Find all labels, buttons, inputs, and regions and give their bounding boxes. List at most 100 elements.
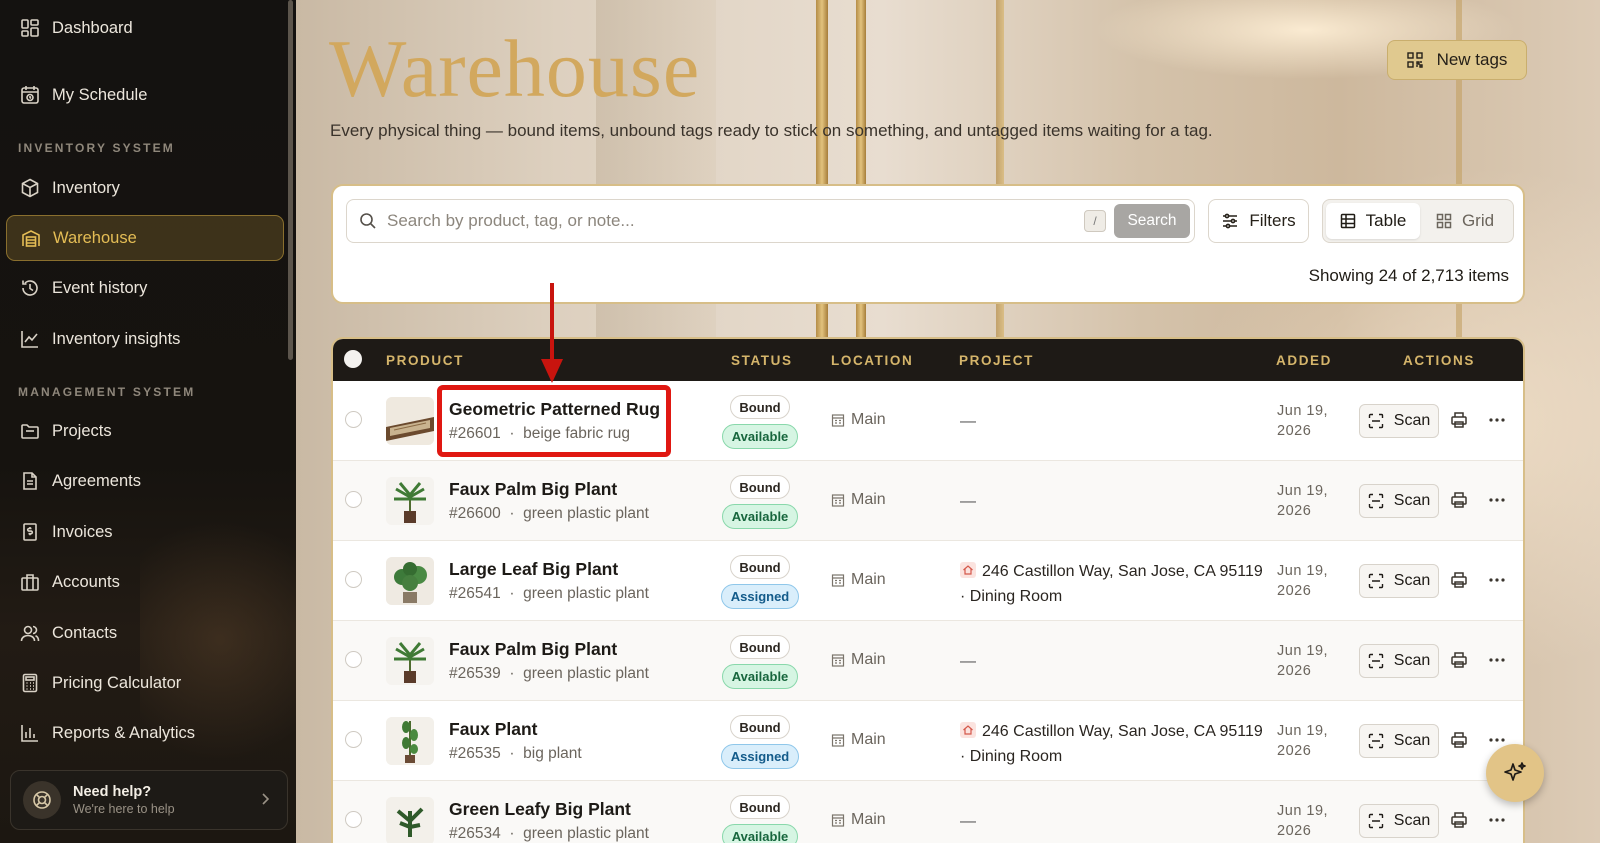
column-product[interactable]: PRODUCT: [386, 353, 464, 368]
table-row[interactable]: Faux Palm Big Plant #26600 · green plasti…: [333, 461, 1523, 541]
tag-badge: Bound: [730, 715, 790, 739]
print-icon[interactable]: [1450, 491, 1468, 509]
product-name[interactable]: Faux Palm Big Plant: [449, 479, 617, 500]
print-icon[interactable]: [1450, 731, 1468, 749]
sidebar-item-agreements[interactable]: Agreements: [6, 458, 284, 504]
added-date-line2: 2026: [1277, 423, 1312, 439]
sidebar-item-label: Accounts: [52, 572, 120, 591]
sidebar-item-warehouse[interactable]: Warehouse: [6, 215, 284, 261]
table-row[interactable]: Green Leafy Big Plant #26534 · green plas…: [333, 781, 1523, 843]
sidebar-item-label: Contacts: [52, 623, 118, 642]
product-thumbnail[interactable]: [386, 397, 434, 445]
row-checkbox[interactable]: [345, 731, 362, 748]
sidebar-item-reports-analytics[interactable]: Reports & Analytics: [6, 710, 284, 756]
more-options-icon[interactable]: [1487, 571, 1507, 589]
scan-button[interactable]: Scan: [1359, 564, 1439, 598]
qr-code-icon: [1406, 52, 1423, 68]
view-grid-label: Grid: [1461, 211, 1495, 230]
scan-label: Scan: [1393, 572, 1431, 589]
annotation-highlight-box: [437, 385, 671, 457]
product-description: green plastic plant: [523, 825, 649, 842]
help-card[interactable]: Need help? We're here to help: [10, 770, 288, 830]
filters-button[interactable]: Filters: [1208, 199, 1309, 243]
row-checkbox[interactable]: [345, 811, 362, 828]
print-icon[interactable]: [1450, 811, 1468, 829]
sidebar-item-label: Projects: [52, 421, 112, 440]
ai-assistant-button[interactable]: [1486, 744, 1544, 802]
row-checkbox[interactable]: [345, 571, 362, 588]
column-project[interactable]: PROJECT: [959, 353, 1034, 368]
column-actions: ACTIONS: [1403, 353, 1475, 368]
sidebar-item-dashboard[interactable]: Dashboard: [6, 5, 284, 51]
project-cell[interactable]: 246 Castillon Way, San Jose, CA 95119 · D…: [960, 559, 1263, 609]
search-button[interactable]: Search: [1114, 204, 1190, 238]
column-added[interactable]: ADDED: [1276, 353, 1332, 368]
location-label: Main: [851, 651, 886, 668]
table-icon: [1340, 213, 1355, 229]
document-icon: [23, 472, 37, 490]
scan-button[interactable]: Scan: [1359, 724, 1439, 758]
view-grid-button[interactable]: Grid: [1420, 203, 1510, 239]
scan-button[interactable]: Scan: [1359, 484, 1439, 518]
project-room: · Dining Room: [960, 588, 1063, 605]
sidebar-item-inventory-insights[interactable]: Inventory insights: [6, 316, 284, 362]
product-thumbnail[interactable]: [386, 557, 434, 605]
more-options-icon[interactable]: [1487, 491, 1507, 509]
product-description: green plastic plant: [523, 585, 649, 602]
project-cell[interactable]: 246 Castillon Way, San Jose, CA 95119 · D…: [960, 719, 1263, 769]
more-options-icon[interactable]: [1487, 651, 1507, 669]
product-name[interactable]: Faux Palm Big Plant: [449, 639, 617, 660]
row-checkbox[interactable]: [345, 411, 362, 428]
sidebar-item-contacts[interactable]: Contacts: [6, 610, 284, 656]
sidebar-item-label: Inventory: [52, 178, 120, 197]
product-name[interactable]: Green Leafy Big Plant: [449, 799, 631, 820]
added-date-line2: 2026: [1277, 663, 1312, 679]
location-label: Main: [851, 571, 886, 588]
more-options-icon[interactable]: [1487, 411, 1507, 429]
select-all-checkbox[interactable]: [344, 350, 362, 368]
scan-label: Scan: [1393, 732, 1431, 749]
product-name[interactable]: Faux Plant: [449, 719, 538, 740]
scan-button[interactable]: Scan: [1359, 804, 1439, 838]
sidebar-item-projects[interactable]: Projects: [6, 408, 284, 454]
project-address: 246 Castillon Way, San Jose, CA 95119: [982, 723, 1263, 740]
column-location[interactable]: LOCATION: [831, 353, 913, 368]
help-subtitle: We're here to help: [73, 802, 175, 816]
print-icon[interactable]: [1450, 651, 1468, 669]
view-table-button[interactable]: Table: [1326, 203, 1420, 239]
more-options-icon[interactable]: [1487, 811, 1507, 829]
print-icon[interactable]: [1450, 571, 1468, 589]
search-input[interactable]: [387, 211, 1084, 231]
row-checkbox[interactable]: [345, 651, 362, 668]
sidebar-item-invoices[interactable]: Invoices: [6, 509, 284, 555]
view-table-label: Table: [1365, 211, 1407, 230]
table-row[interactable]: Faux Plant #26535 · big plant Bound Assigne…: [333, 701, 1523, 781]
product-name[interactable]: Large Leaf Big Plant: [449, 559, 618, 580]
sidebar-item-label: Reports & Analytics: [52, 723, 196, 742]
sidebar-item-label: Invoices: [52, 522, 113, 541]
sidebar-item-pricing-calculator[interactable]: Pricing Calculator: [6, 660, 284, 706]
product-thumbnail[interactable]: [386, 477, 434, 525]
sidebar-item-accounts[interactable]: Accounts: [6, 559, 284, 605]
scan-button[interactable]: Scan: [1359, 404, 1439, 438]
new-tags-button[interactable]: New tags: [1387, 40, 1527, 80]
table-row[interactable]: Large Leaf Big Plant #26541 · green plast…: [333, 541, 1523, 621]
sidebar-item-inventory[interactable]: Inventory: [6, 165, 284, 211]
product-thumbnail[interactable]: [386, 797, 434, 843]
sidebar-item-my-schedule[interactable]: My Schedule: [6, 72, 284, 118]
sidebar-scrollbar[interactable]: [288, 0, 293, 360]
project-empty: —: [960, 813, 976, 830]
calendar-clock-icon: [21, 86, 39, 104]
location-label: Main: [851, 411, 886, 428]
product-thumbnail[interactable]: [386, 637, 434, 685]
print-icon[interactable]: [1450, 411, 1468, 429]
product-thumbnail[interactable]: [386, 717, 434, 765]
scan-button[interactable]: Scan: [1359, 644, 1439, 678]
sidebar-item-event-history[interactable]: Event history: [6, 265, 284, 311]
history-icon: [22, 280, 38, 296]
filters-label: Filters: [1249, 211, 1296, 230]
column-status[interactable]: STATUS: [731, 353, 793, 368]
row-checkbox[interactable]: [345, 491, 362, 508]
table-row[interactable]: Faux Palm Big Plant #26539 · green plasti…: [333, 621, 1523, 701]
location-label: Main: [851, 731, 886, 748]
